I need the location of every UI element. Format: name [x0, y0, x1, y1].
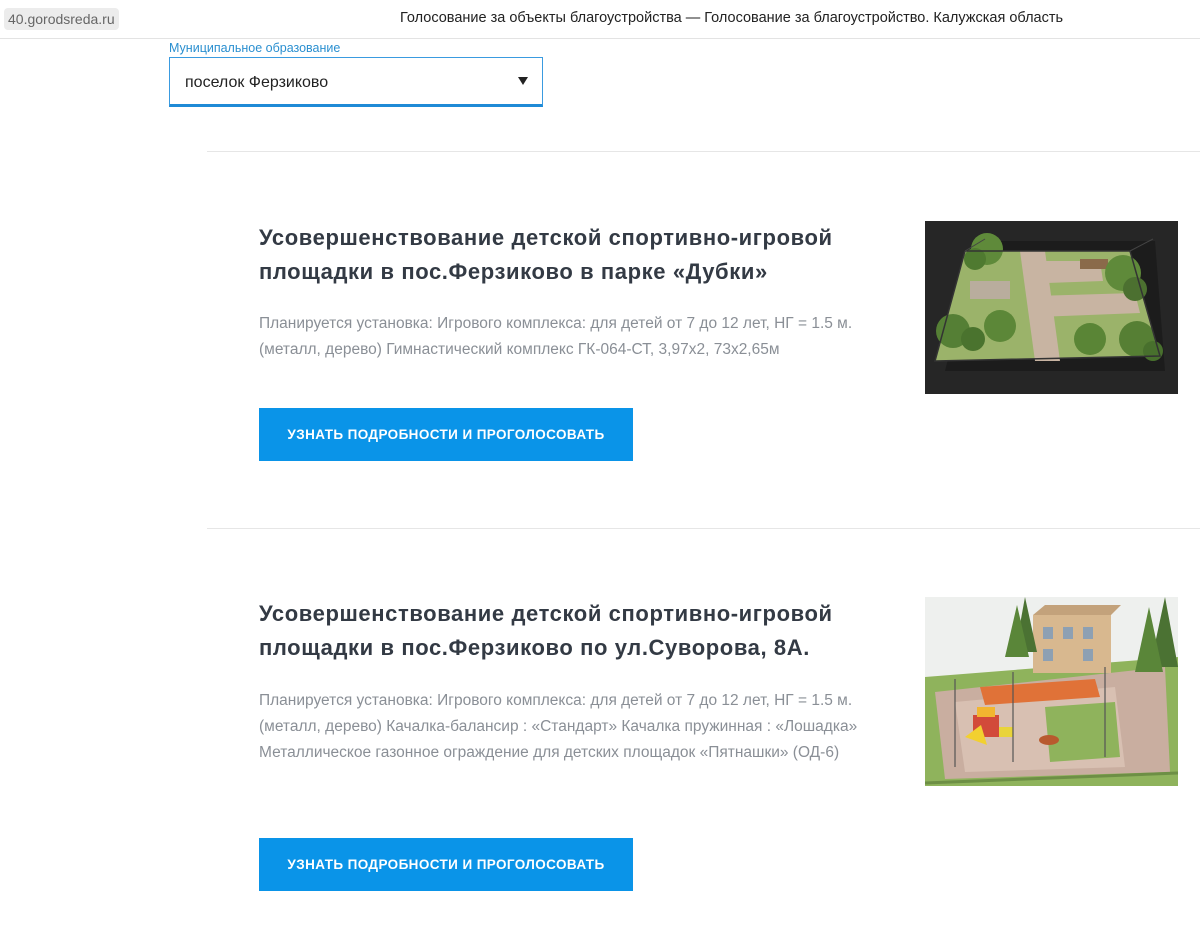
chevron-down-icon [518, 77, 528, 85]
project-title: Усовершенствование детской спортивно-игр… [259, 225, 833, 284]
project-image[interactable] [925, 221, 1178, 394]
municipality-selected-value: поселок Ферзиково [185, 74, 329, 91]
window-title: Голосование за объекты благоустройства —… [400, 10, 1064, 26]
vote-details-button[interactable]: Узнать подробности и проголосовать [259, 408, 633, 461]
divider [207, 151, 1200, 152]
municipality-select[interactable]: поселок Ферзиково [169, 57, 543, 107]
municipality-label: Муниципальное образование [169, 41, 341, 55]
browser-top-bar: 40.gorodsreda.ru Голосование за объекты … [0, 0, 1200, 39]
page: 40.gorodsreda.ru Голосование за объекты … [0, 0, 1200, 935]
divider [207, 528, 1200, 529]
project-title: Усовершенствование детской спортивно-игр… [259, 601, 833, 660]
project-image[interactable] [925, 597, 1178, 786]
project-description: Планируется установка: Игрового комплекс… [259, 692, 858, 761]
park-render-illustration [925, 221, 1178, 394]
vote-details-button[interactable]: Узнать подробности и проголосовать [259, 838, 633, 891]
project-description: Планируется установка: Игрового комплекс… [259, 315, 853, 358]
site-domain[interactable]: 40.gorodsreda.ru [4, 8, 119, 30]
playground-render-illustration [925, 597, 1178, 786]
